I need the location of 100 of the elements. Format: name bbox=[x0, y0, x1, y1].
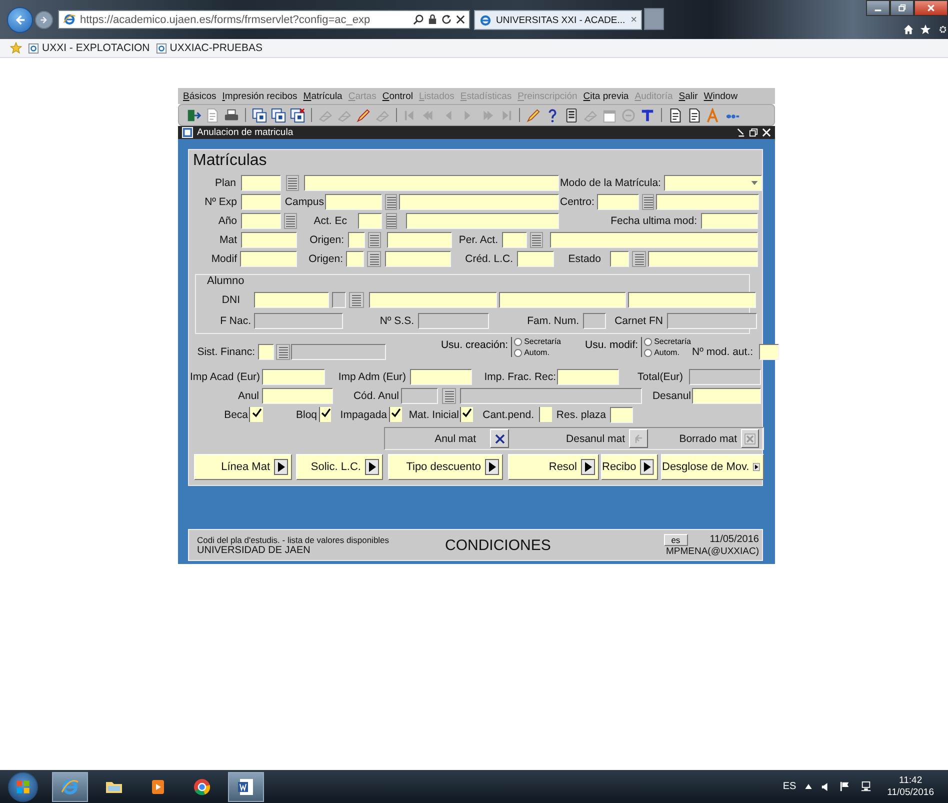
text-field[interactable] bbox=[610, 406, 633, 422]
menu-item[interactable]: Cita previa bbox=[583, 90, 629, 102]
list-icon[interactable] bbox=[564, 108, 579, 122]
document-icon[interactable] bbox=[668, 108, 683, 122]
minimize-button[interactable] bbox=[866, 0, 890, 16]
navigation-button[interactable]: Recibo bbox=[601, 454, 658, 480]
text-field[interactable] bbox=[499, 292, 626, 308]
flag-icon[interactable] bbox=[839, 781, 852, 792]
text-field[interactable] bbox=[304, 174, 559, 190]
text-field[interactable] bbox=[262, 368, 326, 384]
home-icon[interactable] bbox=[903, 24, 914, 35]
navigation-button[interactable]: Línea Mat bbox=[194, 454, 292, 480]
text-field[interactable] bbox=[406, 212, 559, 228]
text-field[interactable] bbox=[628, 292, 756, 308]
list-button[interactable] bbox=[632, 250, 646, 266]
radio-button[interactable]: Secretaría bbox=[514, 337, 561, 346]
menu-item[interactable]: Control bbox=[382, 90, 413, 102]
text-field[interactable] bbox=[597, 194, 640, 210]
document-icon[interactable] bbox=[687, 108, 702, 122]
printer-icon[interactable] bbox=[224, 108, 239, 122]
menu-item[interactable]: Matrícula bbox=[303, 90, 342, 102]
pencil-icon[interactable] bbox=[356, 108, 371, 122]
text-tool-icon[interactable] bbox=[640, 108, 655, 122]
checkbox[interactable] bbox=[319, 407, 331, 422]
back-button[interactable] bbox=[7, 6, 33, 32]
text-field[interactable] bbox=[410, 368, 472, 384]
restore-button[interactable] bbox=[890, 0, 914, 16]
radio-button[interactable]: Autom. bbox=[644, 348, 691, 357]
text-field[interactable] bbox=[346, 250, 364, 266]
list-button[interactable] bbox=[367, 250, 381, 266]
language-indicator[interactable]: ES bbox=[782, 781, 796, 792]
tab-close-button[interactable]: × bbox=[630, 14, 637, 26]
list-button[interactable] bbox=[385, 194, 397, 210]
checkbox[interactable] bbox=[249, 407, 263, 422]
form-clear-icon[interactable] bbox=[290, 108, 305, 122]
form-icon[interactable] bbox=[252, 108, 267, 122]
text-field[interactable] bbox=[648, 250, 758, 266]
radio-button[interactable]: Secretaría bbox=[644, 337, 691, 346]
favorites-star-icon[interactable] bbox=[10, 42, 22, 54]
text-field[interactable] bbox=[325, 194, 382, 210]
up-arrow-icon[interactable] bbox=[805, 784, 812, 789]
list-button[interactable] bbox=[368, 232, 381, 248]
navigation-button[interactable]: Resol bbox=[508, 454, 599, 480]
star-icon[interactable] bbox=[920, 24, 931, 35]
text-field[interactable] bbox=[241, 174, 281, 190]
address-bar[interactable]: https://academico.ujaen.es/forms/frmservlet?config=ac_exp bbox=[58, 10, 470, 29]
language-button[interactable]: es bbox=[664, 534, 688, 546]
text-field[interactable] bbox=[502, 232, 527, 248]
start-button[interactable] bbox=[8, 772, 38, 802]
text-field[interactable] bbox=[610, 250, 629, 266]
menu-item[interactable]: Salir bbox=[678, 90, 698, 102]
search-icon[interactable] bbox=[413, 14, 424, 25]
text-field[interactable] bbox=[385, 250, 451, 266]
list-button[interactable] bbox=[442, 388, 456, 404]
checkbox[interactable] bbox=[539, 407, 552, 422]
text-field[interactable] bbox=[550, 232, 758, 248]
text-field[interactable] bbox=[240, 250, 297, 266]
text-field[interactable] bbox=[701, 212, 758, 228]
list-button[interactable] bbox=[349, 292, 364, 308]
door-arrow-icon[interactable] bbox=[186, 108, 201, 122]
lock-icon[interactable] bbox=[428, 14, 437, 25]
close-icon[interactable] bbox=[456, 15, 465, 24]
pencil-icon[interactable] bbox=[526, 108, 541, 122]
text-field[interactable] bbox=[656, 194, 760, 210]
speaker-icon[interactable] bbox=[821, 782, 830, 792]
refresh-icon[interactable] bbox=[441, 14, 452, 25]
list-button[interactable] bbox=[386, 212, 397, 228]
navigation-button[interactable]: Tipo descuento bbox=[388, 454, 503, 480]
browser-tab[interactable]: UNIVERSITAS XXI - ACADE... × bbox=[474, 10, 642, 30]
menu-item[interactable]: Impresión recibos bbox=[222, 90, 298, 102]
text-field[interactable] bbox=[262, 388, 333, 404]
list-button[interactable] bbox=[642, 194, 654, 210]
network-icon[interactable] bbox=[860, 781, 872, 792]
clock-date[interactable]: 11/05/2016 bbox=[887, 786, 934, 798]
text-field[interactable] bbox=[399, 194, 559, 210]
close-button[interactable] bbox=[914, 0, 948, 16]
text-field[interactable] bbox=[759, 344, 780, 360]
minimize-icon[interactable] bbox=[736, 128, 745, 137]
radio-button[interactable]: Autom. bbox=[514, 348, 561, 357]
cancel-button[interactable] bbox=[490, 429, 509, 448]
text-field[interactable] bbox=[387, 232, 452, 248]
text-field[interactable] bbox=[241, 194, 281, 210]
restore-icon[interactable] bbox=[749, 128, 758, 137]
list-button[interactable] bbox=[286, 174, 299, 190]
menu-item[interactable]: Window bbox=[704, 90, 738, 102]
menu-item[interactable]: Básicos bbox=[183, 90, 216, 102]
forward-button[interactable] bbox=[35, 10, 53, 28]
checkbox[interactable] bbox=[460, 407, 473, 422]
text-field[interactable] bbox=[241, 212, 281, 228]
form-icon[interactable] bbox=[271, 108, 286, 122]
text-field[interactable] bbox=[348, 232, 365, 248]
text-field[interactable] bbox=[517, 250, 554, 266]
settings-icon[interactable] bbox=[937, 24, 946, 35]
navigation-button[interactable]: Desglose de Mov. bbox=[661, 454, 764, 480]
checkbox[interactable] bbox=[389, 407, 402, 422]
list-button[interactable] bbox=[284, 212, 297, 228]
dropdown-field[interactable] bbox=[664, 174, 762, 190]
text-field[interactable] bbox=[557, 368, 620, 384]
text-field[interactable] bbox=[258, 344, 274, 360]
list-button[interactable] bbox=[276, 344, 290, 360]
